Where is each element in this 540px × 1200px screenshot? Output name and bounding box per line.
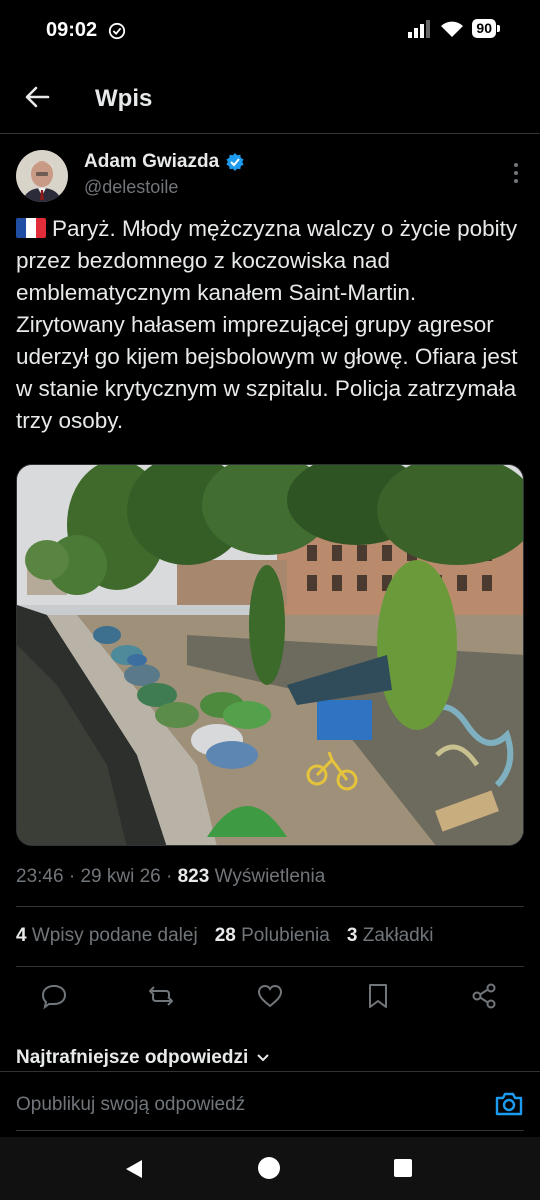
status-indicators: 90 — [408, 19, 500, 38]
divider — [16, 966, 524, 967]
camera-icon[interactable] — [494, 1090, 524, 1118]
author-name-text[interactable]: Adam Gwiazda — [84, 151, 219, 173]
tweet-meta: 23:46 · 29 kwi 26 · 823 Wyświetlenia — [16, 866, 326, 887]
bookmarks-stat[interactable]: 3 Zakładki — [347, 925, 434, 947]
author-name[interactable]: Adam Gwiazda — [84, 151, 245, 173]
verified-badge-icon — [226, 153, 244, 171]
chevron-down-icon — [257, 1054, 269, 1062]
tweet-date: 29 kwi 26 — [80, 866, 161, 887]
status-time: 09:02 — [46, 19, 98, 41]
more-options-icon[interactable] — [512, 162, 520, 184]
page-title: Wpis — [95, 85, 153, 112]
signal-icon — [408, 19, 431, 38]
bookmark-icon[interactable] — [364, 982, 392, 1010]
likes-label: Polubienia — [241, 925, 330, 946]
repost-icon[interactable] — [147, 982, 175, 1010]
tweet-text: Paryż. Młody mężczyzna walczy o życie po… — [16, 213, 524, 437]
nav-home-icon[interactable] — [258, 1157, 280, 1179]
tweet-author: Adam Gwiazda @delestoile — [16, 150, 524, 206]
bookmarks-count: 3 — [346, 925, 358, 946]
nav-recents-icon[interactable] — [394, 1159, 412, 1177]
reply-composer: Opublikuj swoją odpowiedź — [0, 1071, 540, 1137]
reply-underline — [16, 1130, 524, 1131]
check-circle-icon — [108, 22, 126, 40]
tweet-time: 23:46 — [16, 866, 64, 887]
replies-sort-dropdown[interactable]: Najtrafniejsze odpowiedzi — [16, 1047, 270, 1069]
system-nav-bar — [0, 1137, 540, 1200]
bookmarks-label: Zakładki — [362, 925, 434, 946]
tweet-body: Paryż. Młody mężczyzna walczy o życie po… — [16, 216, 518, 433]
author-handle[interactable]: @delestoile — [84, 177, 178, 198]
likes-count: 28 — [214, 925, 236, 946]
battery-indicator: 90 — [472, 19, 500, 38]
wifi-icon — [441, 21, 464, 37]
reply-input[interactable]: Opublikuj swoją odpowiedź — [16, 1094, 245, 1116]
like-icon[interactable] — [256, 982, 284, 1010]
avatar[interactable] — [16, 150, 68, 202]
replies-sort-label: Najtrafniejsze odpowiedzi — [16, 1047, 249, 1068]
back-arrow-icon[interactable] — [22, 82, 52, 112]
action-bar — [16, 980, 524, 1014]
likes-stat[interactable]: 28 Polubienia — [215, 925, 330, 947]
views-label: Wyświetlenia — [214, 866, 326, 887]
reposts-label: Wpisy podane dalej — [31, 925, 198, 946]
tweet-photo[interactable] — [16, 464, 524, 846]
tweet-stats: 4 Wpisy podane dalej 28 Polubienia 3 Zak… — [16, 925, 433, 947]
nav-back-icon[interactable] — [123, 1158, 145, 1180]
reposts-stat[interactable]: 4 Wpisy podane dalej — [16, 925, 198, 947]
views-count: 823 — [177, 866, 210, 887]
share-icon[interactable] — [470, 982, 498, 1010]
reposts-count: 4 — [16, 925, 27, 946]
status-bar: 09:02 90 — [0, 0, 540, 62]
reply-icon[interactable] — [40, 982, 68, 1010]
divider — [16, 906, 524, 907]
top-app-bar: Wpis — [0, 62, 540, 134]
france-flag-icon — [16, 218, 46, 238]
